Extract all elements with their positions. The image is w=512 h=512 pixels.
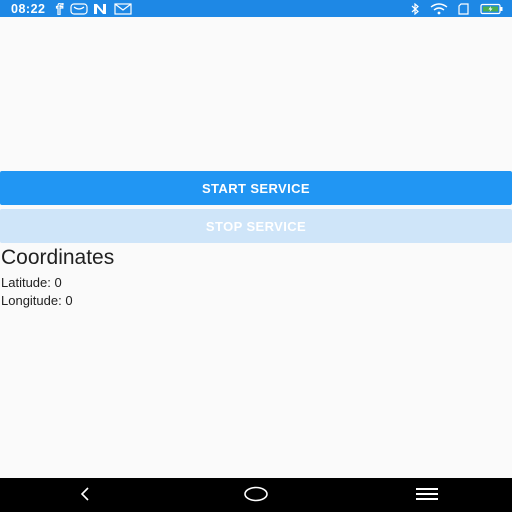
wifi-icon [430, 2, 448, 15]
sim-card-icon [458, 2, 470, 15]
home-button[interactable] [226, 478, 286, 512]
back-icon [77, 486, 93, 505]
home-icon [243, 486, 269, 505]
mail-icon [114, 2, 133, 15]
start-service-button[interactable]: START SERVICE [0, 171, 512, 205]
coordinates-title: Coordinates [1, 246, 115, 269]
navigation-bar [0, 478, 512, 512]
battery-charging-icon [480, 3, 504, 15]
facebook-icon [55, 2, 65, 15]
menu-button[interactable] [397, 478, 457, 512]
notification-icons [55, 2, 133, 15]
messenger-bot-icon [70, 2, 89, 15]
back-button[interactable] [55, 478, 115, 512]
bluetooth-icon [411, 2, 420, 15]
latitude-text: Latitude: 0 [1, 275, 62, 290]
longitude-text: Longitude: 0 [1, 293, 73, 308]
main-content: START SERVICE STOP SERVICE Coordinates L… [0, 17, 512, 478]
status-bar: 08:22 [0, 0, 512, 17]
app-screen: 08:22 START SERVICE STOP SERVICE Coordin… [0, 0, 512, 512]
system-icons [411, 2, 504, 15]
status-time: 08:22 [11, 1, 46, 16]
stop-service-button[interactable]: STOP SERVICE [0, 209, 512, 243]
n-app-icon [93, 3, 109, 15]
menu-icon [415, 487, 438, 504]
